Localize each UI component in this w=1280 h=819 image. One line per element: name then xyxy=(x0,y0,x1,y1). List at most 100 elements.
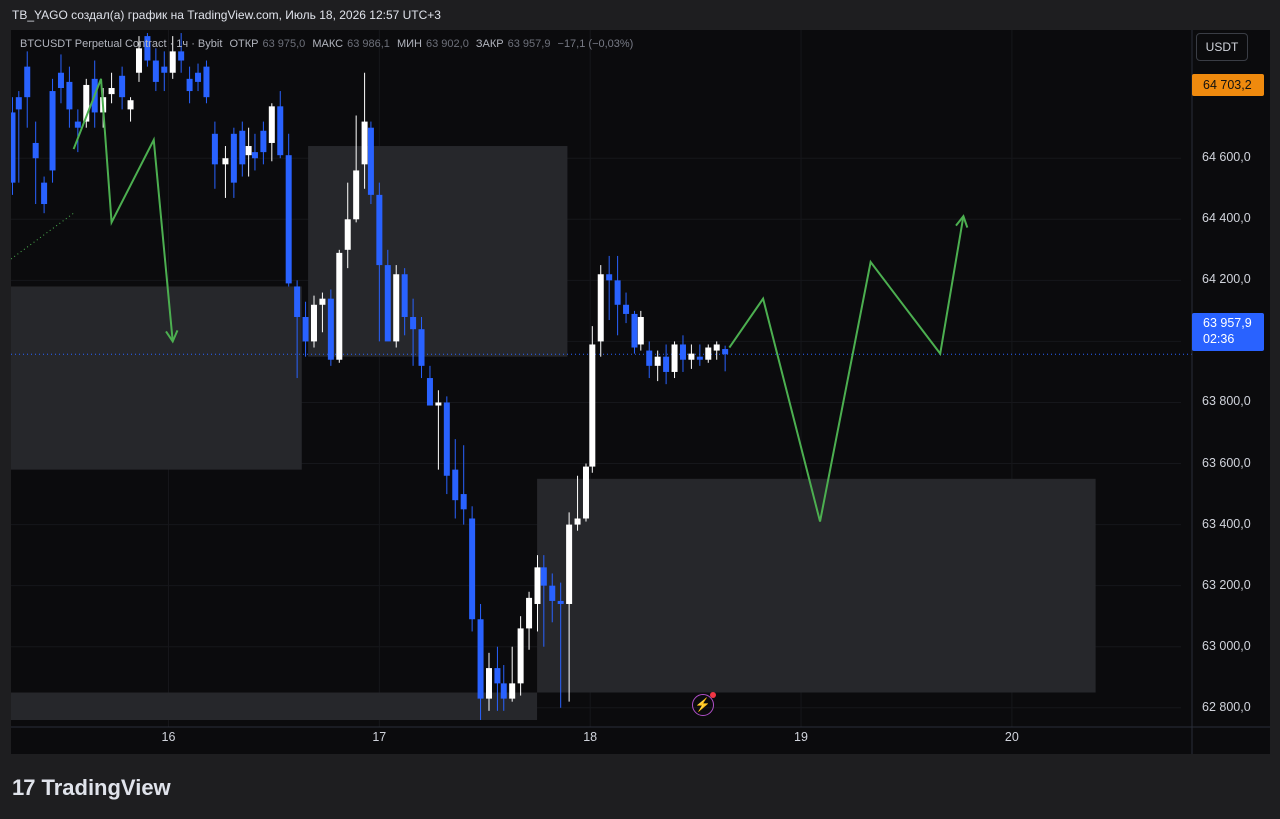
candle-body-down xyxy=(623,304,630,314)
candlestick-chart[interactable] xyxy=(11,30,1270,754)
bar-countdown: 02:36 xyxy=(1203,332,1235,346)
candle-body-down xyxy=(460,494,467,510)
candle-body-up xyxy=(637,316,644,345)
supply-demand-zones xyxy=(11,146,1096,720)
projection-path xyxy=(728,216,965,522)
currency-button[interactable]: USDT xyxy=(1196,33,1248,61)
candle-body-down xyxy=(367,127,374,195)
candle-body-down xyxy=(614,280,621,305)
candle-body-down xyxy=(631,313,638,348)
legend-open-label: ОТКР xyxy=(229,38,259,50)
candle-body-up xyxy=(353,170,360,220)
last-price-tag: 63 957,9 02:36 xyxy=(1192,313,1264,351)
candle-body-down xyxy=(722,349,729,355)
candle-body-up xyxy=(485,668,492,699)
candle-body-down xyxy=(195,72,202,82)
legend-close-label: ЗАКР xyxy=(475,38,504,50)
candle-body-up xyxy=(688,353,695,360)
candle-body-down xyxy=(230,133,237,183)
time-axis-label: 18 xyxy=(583,730,598,744)
candle-body-down xyxy=(549,585,556,601)
candle-body-down xyxy=(49,91,56,171)
candle-body-down xyxy=(469,518,476,620)
price-axis-label: 64 600,0 xyxy=(1202,150,1251,165)
symbol-legend: BTCUSDT Perpetual Contract · 1ч · Bybit … xyxy=(20,38,637,50)
candle-body-down xyxy=(494,668,501,684)
candle-body-up xyxy=(566,524,573,604)
candle-body-down xyxy=(679,344,686,360)
candle-body-down xyxy=(443,402,450,476)
candle-body-up xyxy=(169,51,176,73)
legend-close-value: 63 957,9 xyxy=(507,38,551,50)
candle-body-down xyxy=(540,567,547,586)
tradingview-logo-icon: 17 xyxy=(12,775,36,800)
legend-symbol: BTCUSDT Perpetual Contract · 1ч · Bybit xyxy=(20,38,223,50)
candle-body-down xyxy=(178,51,185,61)
time-axis-label: 19 xyxy=(794,730,808,744)
candle-body-down xyxy=(186,78,193,92)
candle-body-down xyxy=(66,81,73,110)
candle-body-up xyxy=(344,219,351,250)
candle-body-down xyxy=(557,600,564,604)
candle-body-up xyxy=(526,597,533,629)
time-axis-label: 16 xyxy=(161,730,176,744)
candle-body-down xyxy=(161,66,168,73)
candle-body-up xyxy=(361,121,368,165)
legend-high-label: МАКС xyxy=(312,38,344,50)
candle-body-up xyxy=(597,274,604,342)
candle-body-down xyxy=(32,142,39,159)
brand-name: TradingView xyxy=(41,775,171,800)
candle-body-up xyxy=(517,628,524,684)
chart-credit: TB_YAGO создал(а) график на TradingView.… xyxy=(12,8,441,22)
price-axis-label: 62 800,0 xyxy=(1202,699,1251,714)
candle-body-down xyxy=(152,60,159,82)
candle-body-down xyxy=(646,350,653,366)
candle-body-up xyxy=(135,48,142,73)
candle-body-down xyxy=(251,152,258,159)
candle-body-up xyxy=(589,344,596,467)
candle-body-up xyxy=(671,344,678,372)
high-price-tag: 64 703,2 xyxy=(1192,74,1264,96)
candle-body-down xyxy=(410,316,417,330)
time-axis-label: 17 xyxy=(372,730,387,744)
time-axis-label: 20 xyxy=(1004,730,1019,744)
tradingview-brand[interactable]: 17 TradingView xyxy=(12,774,171,802)
candle-body-up xyxy=(654,356,661,366)
candle-body-down xyxy=(11,112,16,183)
price-axis-label: 63 200,0 xyxy=(1202,577,1251,592)
candle-body-down xyxy=(500,683,507,699)
candle-body-down xyxy=(119,75,126,98)
candle-body-down xyxy=(477,619,484,699)
candle-body-up xyxy=(336,252,343,360)
candle-body-down xyxy=(302,316,309,342)
candle-body-up xyxy=(268,106,275,143)
candle-body-up xyxy=(393,274,400,342)
price-axis-label: 63 000,0 xyxy=(1202,638,1251,653)
candle-body-down xyxy=(401,274,408,317)
price-axis-label: 64 200,0 xyxy=(1202,272,1251,287)
candle-body-up xyxy=(319,298,326,305)
last-price-value: 63 957,9 xyxy=(1203,316,1252,330)
candle-body-down xyxy=(260,130,267,153)
candle-body-up xyxy=(582,466,589,519)
candle-body-up xyxy=(310,304,317,342)
price-zone xyxy=(11,692,538,720)
candle-body-down xyxy=(426,378,433,406)
candle-body-down xyxy=(294,286,301,317)
chart-area[interactable] xyxy=(11,30,1270,754)
lightning-icon[interactable]: ⚡ xyxy=(692,692,716,716)
candle-body-up xyxy=(435,402,442,406)
legend-open-value: 63 975,0 xyxy=(262,38,306,50)
price-axis-label: 63 600,0 xyxy=(1202,455,1251,470)
candle-body-up xyxy=(108,88,115,95)
candle-body-down xyxy=(239,130,246,165)
legend-high-value: 63 986,1 xyxy=(347,38,390,50)
candle-body-down xyxy=(203,66,210,98)
candle-body-down xyxy=(74,121,81,128)
legend-change: −17,1 (−0,03%) xyxy=(557,38,634,50)
candle-body-down xyxy=(376,194,383,266)
candle-body-down xyxy=(452,469,459,501)
notification-dot xyxy=(710,692,716,698)
dotted-trend-line xyxy=(11,212,74,260)
candle-body-down xyxy=(15,97,22,110)
